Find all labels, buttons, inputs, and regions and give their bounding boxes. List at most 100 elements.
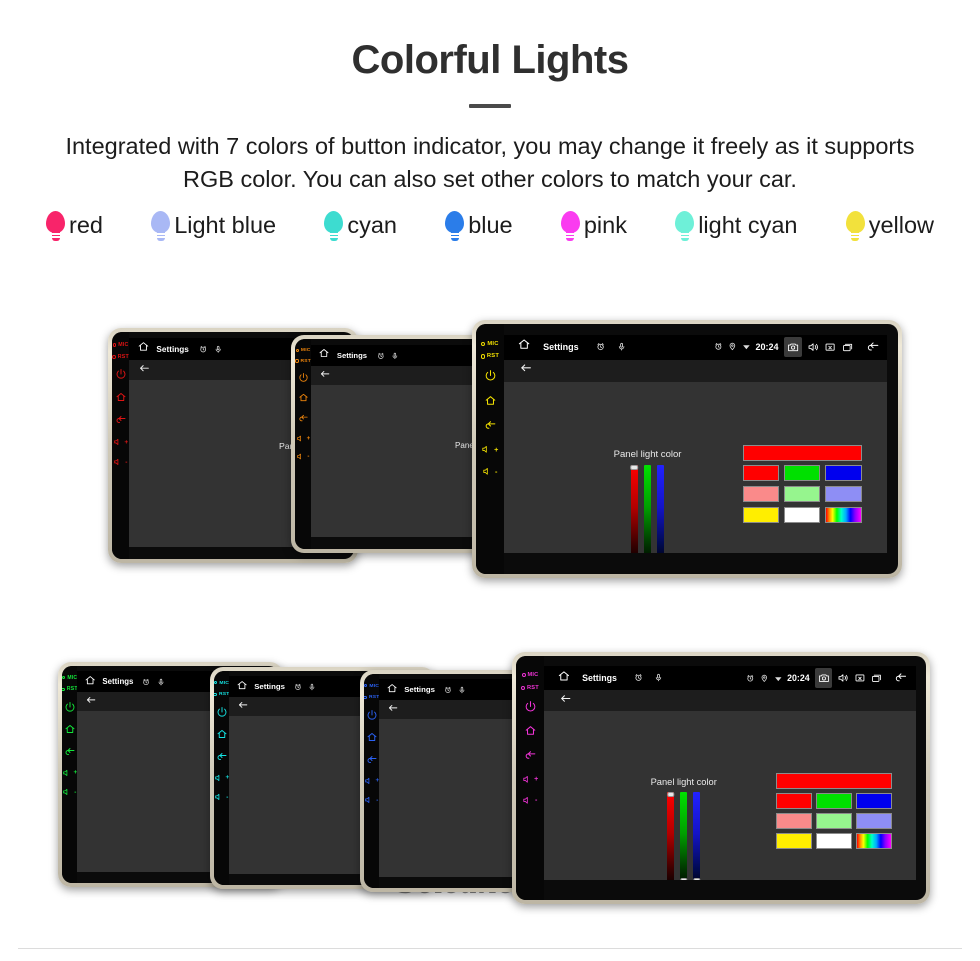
- action-back-button[interactable]: [387, 701, 399, 719]
- unit-magenta[interactable]: MIC RST + - Settings 20:24 Panel light color: [512, 652, 930, 904]
- status-home-icon[interactable]: [236, 678, 248, 696]
- close-button[interactable]: [824, 341, 836, 353]
- status-back-button[interactable]: [894, 671, 908, 685]
- action-back-button[interactable]: [559, 692, 572, 710]
- key-back[interactable]: [115, 414, 127, 426]
- key-back[interactable]: [298, 413, 309, 424]
- swatch-r1-c2[interactable]: [856, 813, 892, 829]
- swatch-r0-c2[interactable]: [825, 465, 862, 482]
- key-rst[interactable]: RST: [364, 694, 380, 700]
- slider-red-thumb[interactable]: [630, 465, 639, 471]
- key-mic[interactable]: MIC: [112, 342, 129, 348]
- key-volume-down[interactable]: -: [214, 792, 228, 802]
- swatch-r0-c2[interactable]: [856, 793, 892, 809]
- swatch-r1-c0[interactable]: [775, 813, 812, 829]
- swatch-r2-c2[interactable]: [856, 833, 892, 850]
- color-preview[interactable]: [775, 772, 892, 789]
- key-home[interactable]: [64, 723, 76, 735]
- slider-red[interactable]: [630, 465, 639, 553]
- key-power[interactable]: [484, 369, 497, 382]
- recent-apps-button[interactable]: [842, 341, 854, 353]
- status-back-button[interactable]: [866, 340, 880, 354]
- key-back[interactable]: [366, 754, 378, 766]
- key-volume-down[interactable]: -: [364, 795, 378, 805]
- key-volume-down[interactable]: -: [296, 452, 309, 461]
- close-button[interactable]: [854, 672, 866, 684]
- key-mic[interactable]: MIC: [295, 348, 311, 353]
- key-mic[interactable]: MIC: [62, 675, 77, 681]
- color-preview[interactable]: [742, 444, 862, 461]
- swatch-r1-c1[interactable]: [783, 486, 821, 502]
- key-back[interactable]: [524, 749, 537, 762]
- recent-apps-button[interactable]: [871, 672, 883, 684]
- slider-red-thumb[interactable]: [667, 792, 675, 798]
- slider-red[interactable]: [667, 792, 675, 880]
- swatch-r0-c1[interactable]: [783, 465, 821, 482]
- key-home[interactable]: [115, 391, 127, 403]
- key-home[interactable]: [484, 394, 497, 407]
- swatch-r0-c0[interactable]: [742, 465, 780, 482]
- swatch-r0-c1[interactable]: [816, 793, 852, 809]
- unit-yellow[interactable]: MIC RST + - Settings 20:24 Panel light color: [472, 320, 902, 578]
- key-power[interactable]: [64, 701, 76, 713]
- key-volume-down[interactable]: -: [62, 787, 76, 797]
- key-volume-up[interactable]: +: [296, 434, 311, 443]
- swatch-r2-c1[interactable]: [783, 506, 821, 523]
- key-volume-down[interactable]: -: [522, 795, 537, 806]
- slider-blue-thumb[interactable]: [692, 878, 701, 880]
- key-power[interactable]: [366, 709, 378, 721]
- swatch-r2-c0[interactable]: [775, 833, 812, 850]
- status-home-icon[interactable]: [137, 340, 150, 358]
- action-back-button[interactable]: [85, 693, 97, 711]
- key-volume-down[interactable]: -: [482, 466, 497, 477]
- key-power[interactable]: [524, 700, 537, 713]
- key-power[interactable]: [216, 706, 228, 718]
- key-power[interactable]: [115, 368, 127, 380]
- display-screen[interactable]: Settings 20:24 Panel light color: [504, 334, 888, 553]
- volume-button[interactable]: [807, 341, 819, 353]
- status-home-icon[interactable]: [386, 681, 398, 699]
- slider-green[interactable]: [679, 792, 688, 880]
- key-rst[interactable]: RST: [62, 686, 78, 692]
- action-back-button[interactable]: [237, 698, 249, 716]
- key-volume-up[interactable]: +: [522, 774, 539, 785]
- key-home[interactable]: [216, 728, 228, 740]
- status-home-icon[interactable]: [318, 346, 330, 364]
- key-rst[interactable]: RST: [112, 354, 129, 360]
- swatch-r0-c0[interactable]: [775, 793, 812, 809]
- key-volume-down[interactable]: -: [113, 457, 127, 467]
- action-back-button[interactable]: [138, 361, 150, 379]
- key-mic[interactable]: MIC: [481, 341, 498, 347]
- volume-button[interactable]: [837, 672, 849, 684]
- display-screen[interactable]: Settings 20:24 Panel light color: [544, 666, 916, 880]
- swatch-r1-c0[interactable]: [742, 486, 780, 502]
- key-volume-up[interactable]: +: [62, 768, 77, 778]
- key-volume-up[interactable]: +: [481, 444, 498, 455]
- key-home[interactable]: [524, 724, 537, 737]
- action-back-button[interactable]: [519, 361, 533, 380]
- screenshot-button[interactable]: [814, 668, 833, 689]
- slider-green-thumb[interactable]: [679, 878, 688, 880]
- key-mic[interactable]: MIC: [364, 683, 379, 689]
- slider-green[interactable]: [644, 465, 652, 553]
- key-rst[interactable]: RST: [480, 353, 499, 359]
- key-back[interactable]: [64, 746, 76, 758]
- status-home-icon[interactable]: [557, 669, 571, 688]
- key-mic[interactable]: MIC: [521, 672, 539, 678]
- swatch-r2-c1[interactable]: [816, 833, 852, 850]
- swatch-r2-c0[interactable]: [742, 506, 780, 523]
- swatch-r2-c2[interactable]: [825, 506, 862, 523]
- key-home[interactable]: [366, 731, 378, 743]
- slider-blue[interactable]: [692, 792, 701, 880]
- swatch-r1-c1[interactable]: [816, 813, 852, 829]
- swatch-r1-c2[interactable]: [825, 486, 862, 502]
- key-volume-up[interactable]: +: [113, 437, 129, 447]
- key-rst[interactable]: RST: [214, 691, 230, 697]
- key-home[interactable]: [298, 392, 309, 403]
- key-back[interactable]: [216, 751, 228, 763]
- action-back-button[interactable]: [319, 366, 331, 384]
- slider-blue[interactable]: [657, 465, 665, 553]
- screenshot-button[interactable]: [783, 336, 802, 358]
- key-volume-up[interactable]: +: [364, 776, 379, 786]
- key-mic[interactable]: MIC: [214, 680, 229, 686]
